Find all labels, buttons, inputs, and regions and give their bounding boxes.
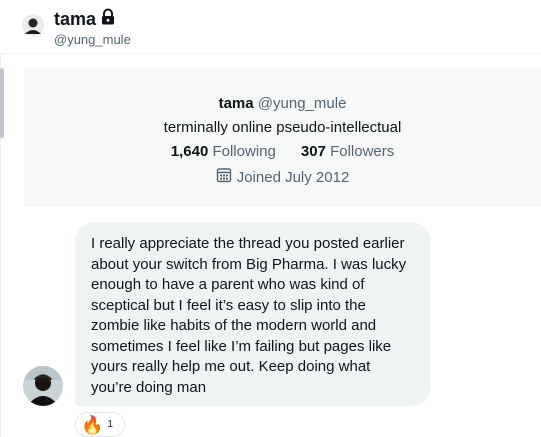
header-name-row: tama <box>54 8 116 30</box>
profile-joined: Joined July 2012 <box>24 167 541 187</box>
lock-icon <box>100 8 116 30</box>
header-name: tama <box>54 8 97 29</box>
message-text: I really appreciate the thread you poste… <box>91 235 407 396</box>
joined-date: Joined July 2012 <box>236 168 350 186</box>
followers-label: Followers <box>330 143 395 160</box>
header-handle: @yung_mule <box>54 32 131 47</box>
message-bubble[interactable]: I really appreciate the thread you poste… <box>75 222 431 406</box>
following-link[interactable]: 1,640 Following <box>171 143 280 160</box>
sender-avatar[interactable] <box>23 366 63 411</box>
reaction-count: 1 <box>107 419 113 430</box>
conversation-header: tama @yung_mule <box>0 0 541 54</box>
reaction-badge[interactable]: 🔥 1 <box>75 412 125 437</box>
calendar-icon <box>216 167 232 187</box>
fire-emoji-icon: 🔥 <box>81 414 104 435</box>
profile-handle: @yung_mule <box>257 95 347 112</box>
following-label: Following <box>212 143 276 160</box>
following-count: 1,640 <box>170 143 209 160</box>
header-avatar[interactable] <box>22 14 44 41</box>
followers-count: 307 <box>300 143 326 160</box>
profile-name: tama <box>218 95 254 112</box>
profile-stats: 1,640 Following 307 Followers <box>24 143 541 160</box>
profile-name-line: tama @yung_mule <box>24 95 541 112</box>
profile-card[interactable]: tama @yung_mule terminally online pseudo… <box>24 68 541 206</box>
scrollbar[interactable] <box>0 68 4 138</box>
followers-link[interactable]: 307 Followers <box>301 143 394 160</box>
profile-bio: terminally online pseudo-intellectual <box>163 119 402 136</box>
